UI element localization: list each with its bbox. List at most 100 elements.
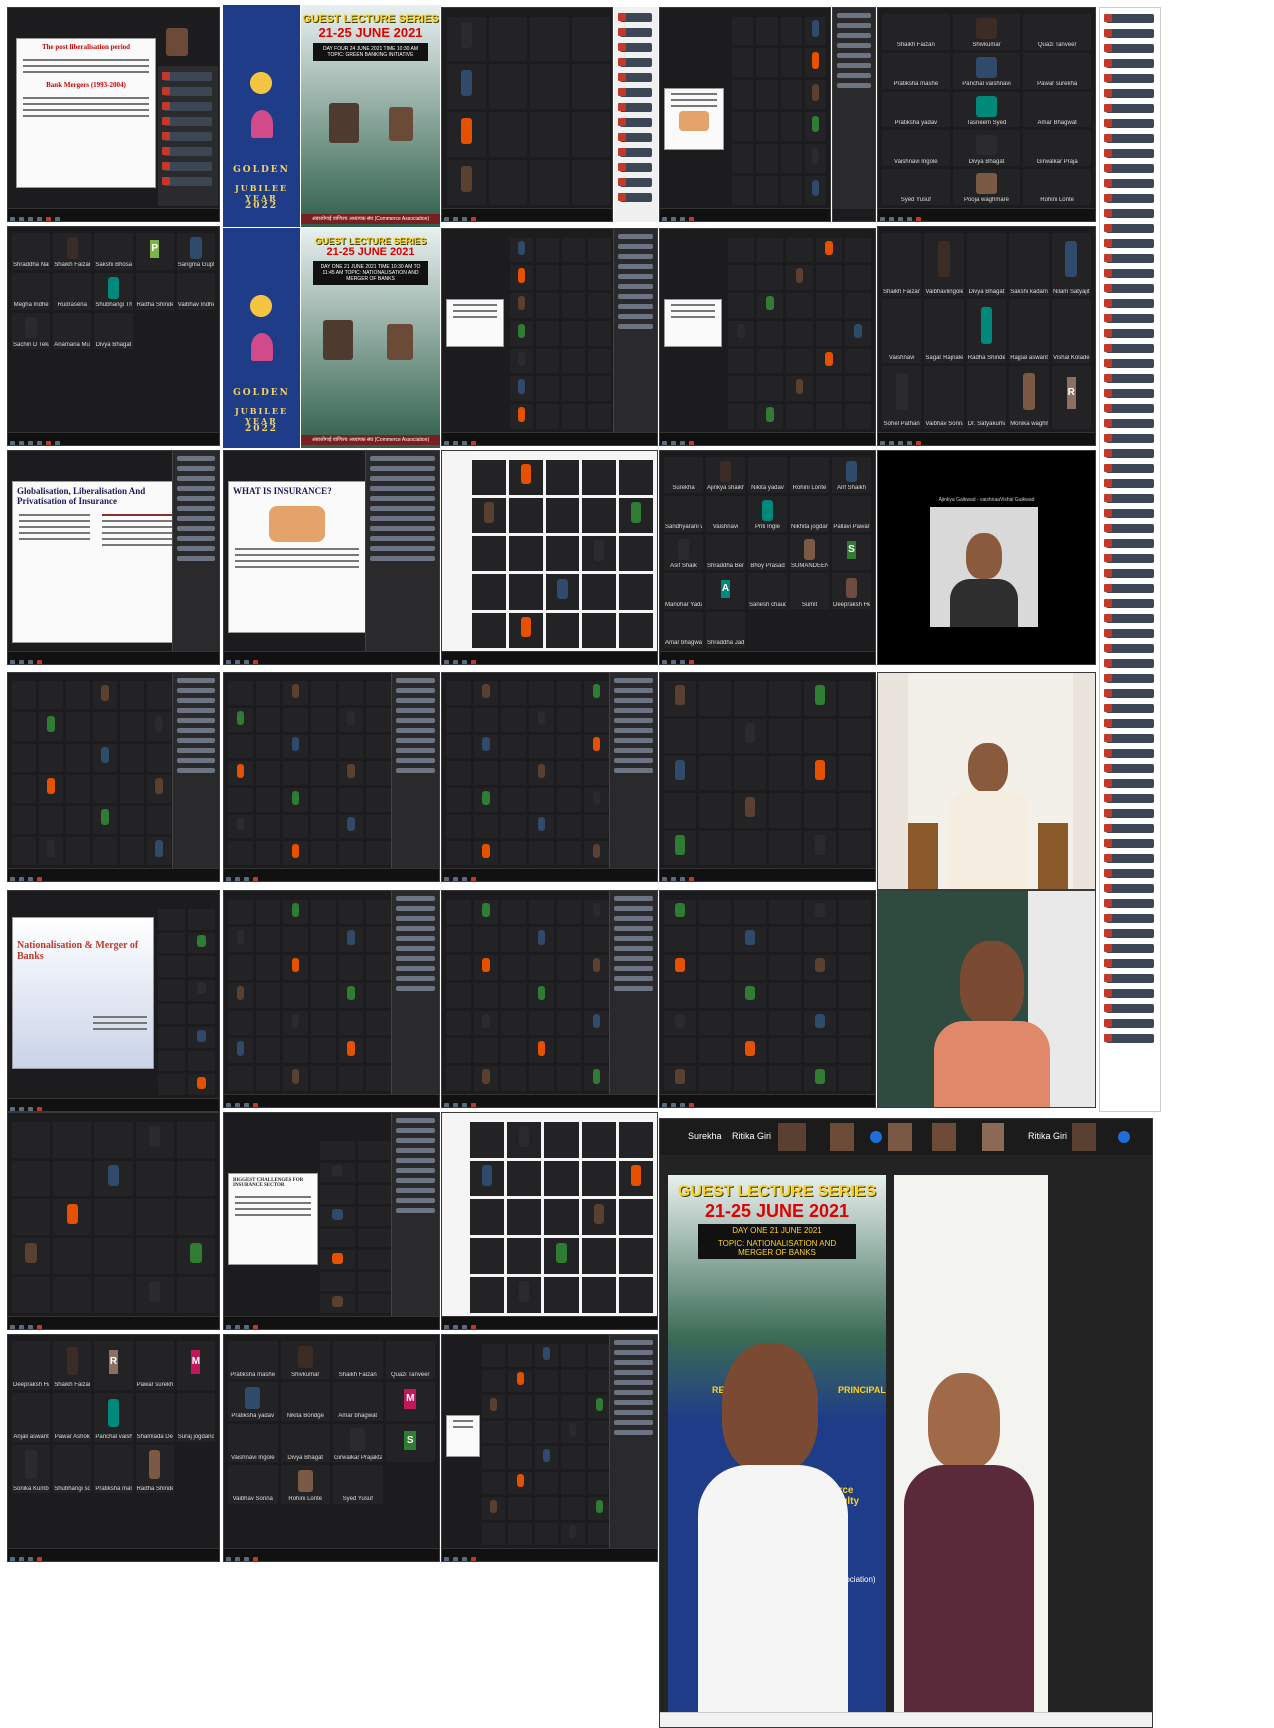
participant-tile[interactable]: Shaikh Faizan <box>882 14 950 50</box>
participant-tile[interactable]: Shubhangi Tharse <box>94 272 133 310</box>
participant-tile[interactable]: S <box>385 1423 435 1463</box>
video-tile <box>757 376 784 402</box>
participant-tile[interactable]: Anjali aswant <box>12 1392 51 1442</box>
participant-tile[interactable]: Vishal Kolade <box>1051 299 1091 363</box>
participant-tile[interactable]: Panchal vaishnavi <box>94 1392 133 1442</box>
participant-tile[interactable]: A <box>706 573 745 610</box>
participant-tile[interactable]: Anamaria Mundhe <box>53 312 92 350</box>
participant-tile[interactable]: Sakshi kadam <box>1009 233 1049 297</box>
participant-tile[interactable]: Suraj jogdand <box>176 1392 215 1442</box>
participant-tile[interactable]: Pratiksha yadav <box>228 1382 278 1421</box>
participant-tile[interactable]: Sangma Gupta <box>176 233 215 270</box>
participant-tile[interactable]: Shubhangi sola <box>53 1444 92 1494</box>
participant-tile[interactable]: Vaishnavi <box>706 495 745 532</box>
participant-tile[interactable]: Radha Shinde <box>966 299 1007 363</box>
participant-tile[interactable]: M <box>385 1382 435 1421</box>
participant-tile[interactable]: Sanesh chaudhri <box>748 573 787 610</box>
participant-tile[interactable]: Shaikh Faizan <box>882 233 922 297</box>
participant-tile[interactable]: Vaishnavi Ingole <box>882 130 950 167</box>
participant-tile[interactable]: Ajinkya shaikh <box>706 457 745 493</box>
participant-tile[interactable]: Dr. Satyakumar <box>966 365 1007 429</box>
participant-tile[interactable]: Bhoy Prasad <box>748 534 787 571</box>
participant-tile[interactable]: Pawar Ashok <box>53 1392 92 1442</box>
participant-tile[interactable]: Syed Yusuf <box>882 169 950 205</box>
screenshot-gallery-names-d: Deepraksh Har Shaikh Faizan R Pawar surekha… <box>7 1334 220 1562</box>
participant-tile[interactable]: Radha Shinde <box>135 272 174 310</box>
participant-tile[interactable]: Girwalkar Praja <box>1023 130 1091 167</box>
meeting-toolbar[interactable] <box>8 208 219 221</box>
participant-tile[interactable]: Deepraksh Har <box>12 1341 51 1390</box>
video-tile <box>53 1160 92 1197</box>
participant-tile[interactable]: Surekha <box>664 457 703 493</box>
participant-tile[interactable]: Shamlada Desk <box>135 1392 174 1442</box>
participants-panel[interactable] <box>158 66 218 206</box>
participant-tile[interactable]: Shraddha Nair <box>12 233 51 270</box>
participant-tile[interactable]: Pratiksha mashe <box>882 52 950 89</box>
participant-tile[interactable]: Pooja waghmare <box>952 169 1021 205</box>
participant-tile[interactable]: Vaishnavi Ingole <box>228 1423 278 1463</box>
participant-tile[interactable]: Nikhita jogdand <box>790 495 829 532</box>
participant-tile[interactable]: R <box>1051 365 1091 429</box>
participant-tile[interactable]: Rohini Lonte <box>1023 169 1091 205</box>
participant-tile[interactable]: Pratiksha yadav <box>882 91 950 128</box>
participant-tile[interactable]: Shivkumar <box>952 14 1021 50</box>
participant-tile[interactable]: Pallavi Pawar <box>832 495 871 532</box>
participant-tile[interactable]: Sagar Rajnale <box>924 299 964 363</box>
participant-tile[interactable]: Sumit <box>790 573 829 610</box>
participant-tile[interactable]: Amar bhagwat <box>664 612 703 648</box>
participant-tile[interactable]: Divya Bhagat <box>966 233 1007 297</box>
participant-tile[interactable]: Sachin D Tekale <box>12 312 51 350</box>
participant-tile[interactable]: Syed Yusuf <box>333 1465 383 1504</box>
participant-tile[interactable]: Quazi Tanveer <box>385 1341 435 1380</box>
participant-tile[interactable]: Pratiksha mashe <box>228 1341 278 1380</box>
participant-tile[interactable]: Vaibhav Sonna <box>924 365 964 429</box>
participant-tile[interactable]: Sandhyarani w <box>664 495 703 532</box>
participant-tile[interactable]: Amar Bhagwat <box>1023 91 1091 128</box>
participant-tile[interactable]: Divya Bhagat <box>952 130 1021 167</box>
participant-tile[interactable]: Quazi Tanveer <box>1023 14 1091 50</box>
participant-tile[interactable]: Girwalkar Prajakta <box>333 1423 383 1463</box>
participant-tile[interactable]: M <box>176 1341 215 1390</box>
participant-tile[interactable]: Shraddha Beni <box>706 534 745 571</box>
participant-tile[interactable]: Vaibhavlingole <box>924 233 964 297</box>
participant-tile[interactable]: Shaikh Faizan <box>53 233 92 270</box>
participant-tile[interactable]: Rajpal aswant <box>1009 299 1049 363</box>
participant-tile[interactable]: Manohar Yadav <box>664 573 703 610</box>
participant-tile[interactable]: Shaikh Faizan <box>333 1341 383 1380</box>
participant-tile[interactable]: Rudrasena <box>53 272 92 310</box>
participant-tile[interactable]: Vaibhav Sonna <box>228 1465 278 1504</box>
participant-tile[interactable]: Radha Shinde <box>135 1444 174 1494</box>
participant-tile[interactable]: Pratiksha mashe <box>94 1444 133 1494</box>
participant-tile[interactable]: Nikita yadav <box>748 457 787 493</box>
participant-tile[interactable]: Deepraksh Her <box>832 573 871 610</box>
participant-tile[interactable]: Nikita Bondge <box>280 1382 330 1421</box>
participant-tile[interactable]: Divya Bhagat <box>94 312 133 350</box>
participant-tile[interactable]: Priti Ingle <box>748 495 787 532</box>
participant-tile[interactable]: S <box>832 534 871 571</box>
participant-tile[interactable]: SUMANDEEN AB <box>790 534 829 571</box>
participant-tile[interactable]: Panchal vaishnavi <box>952 52 1021 89</box>
participant-tile[interactable]: P <box>135 233 174 270</box>
participant-tile[interactable]: Sonika Kumbhar <box>12 1444 51 1494</box>
participant-tile[interactable]: Pawar surekha <box>135 1341 174 1390</box>
participant-tile[interactable]: Vaibhav Indhe <box>176 272 215 310</box>
participant-tile[interactable]: Tasneem Syed <box>952 91 1021 128</box>
participant-tile[interactable]: R <box>94 1341 133 1390</box>
participant-tile[interactable]: Sohel Pathan <box>882 365 922 429</box>
participant-tile[interactable]: Shraddha Jadh <box>706 612 745 648</box>
participant-tile[interactable]: Nilam Satyajit <box>1051 233 1091 297</box>
participant-tile[interactable]: Arif Shaikh <box>832 457 871 493</box>
participant-tile[interactable]: Pawar surekha <box>1023 52 1091 89</box>
participant-tile[interactable]: Shivkumar <box>280 1341 330 1380</box>
participant-tile[interactable]: Rohini Lonte <box>790 457 829 493</box>
participant-tile[interactable]: Asif Shaik <box>664 534 703 571</box>
participant-tile[interactable]: Shaikh Faizan <box>53 1341 92 1390</box>
participant-tile[interactable]: Sakshi Bhosale <box>94 233 133 270</box>
video-tile <box>728 348 755 374</box>
participant-tile[interactable]: Vaishnavi <box>882 299 922 363</box>
participant-tile[interactable]: Rohini Lonte <box>280 1465 330 1504</box>
participant-tile[interactable]: Amar bhagwat <box>333 1382 383 1421</box>
participant-tile[interactable]: Monika waghm <box>1009 365 1049 429</box>
participant-tile[interactable]: Divya Bhagat <box>280 1423 330 1463</box>
participant-tile[interactable]: Megha Indhe <box>12 272 51 310</box>
